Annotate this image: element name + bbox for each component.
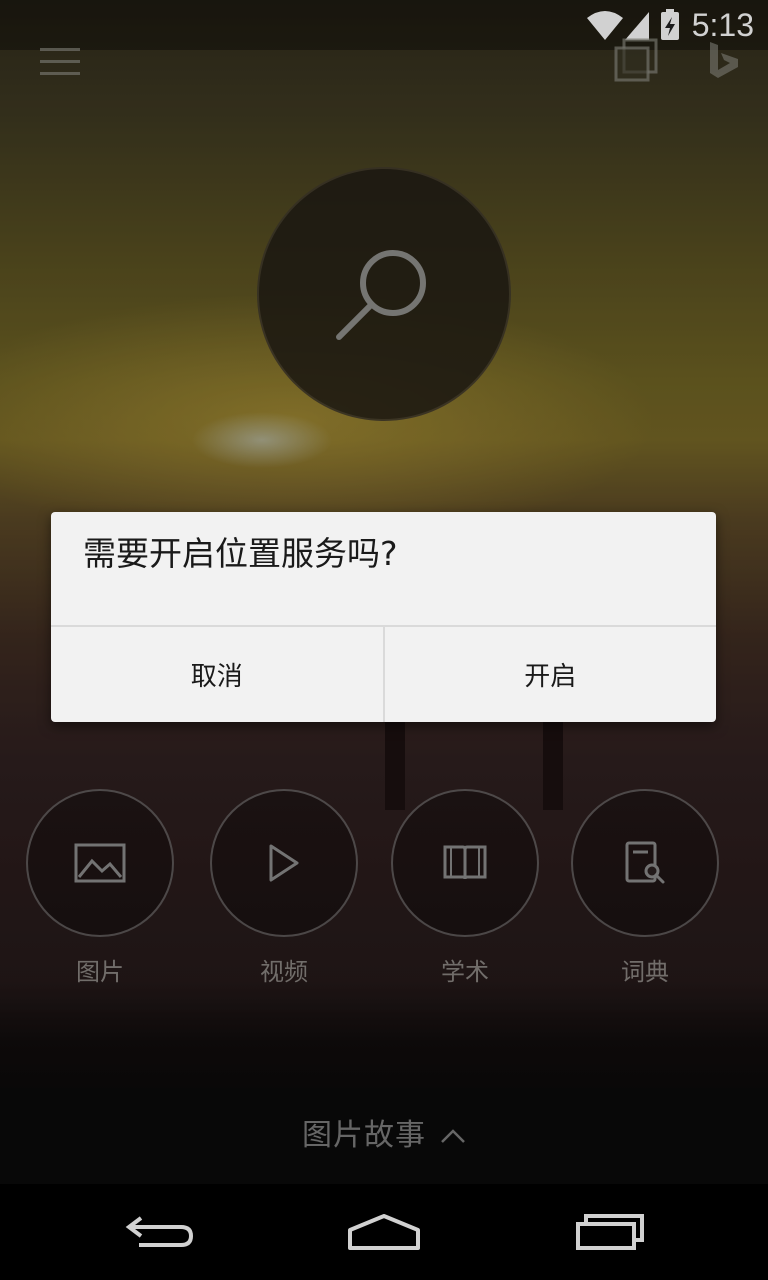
dialog-button-bar: 取消 开启	[51, 625, 716, 722]
enable-button[interactable]: 开启	[382, 627, 717, 722]
location-permission-dialog: 需要开启位置服务吗? 取消 开启	[51, 512, 716, 722]
dialog-title: 需要开启位置服务吗?	[83, 534, 398, 573]
cancel-button[interactable]: 取消	[51, 627, 383, 722]
